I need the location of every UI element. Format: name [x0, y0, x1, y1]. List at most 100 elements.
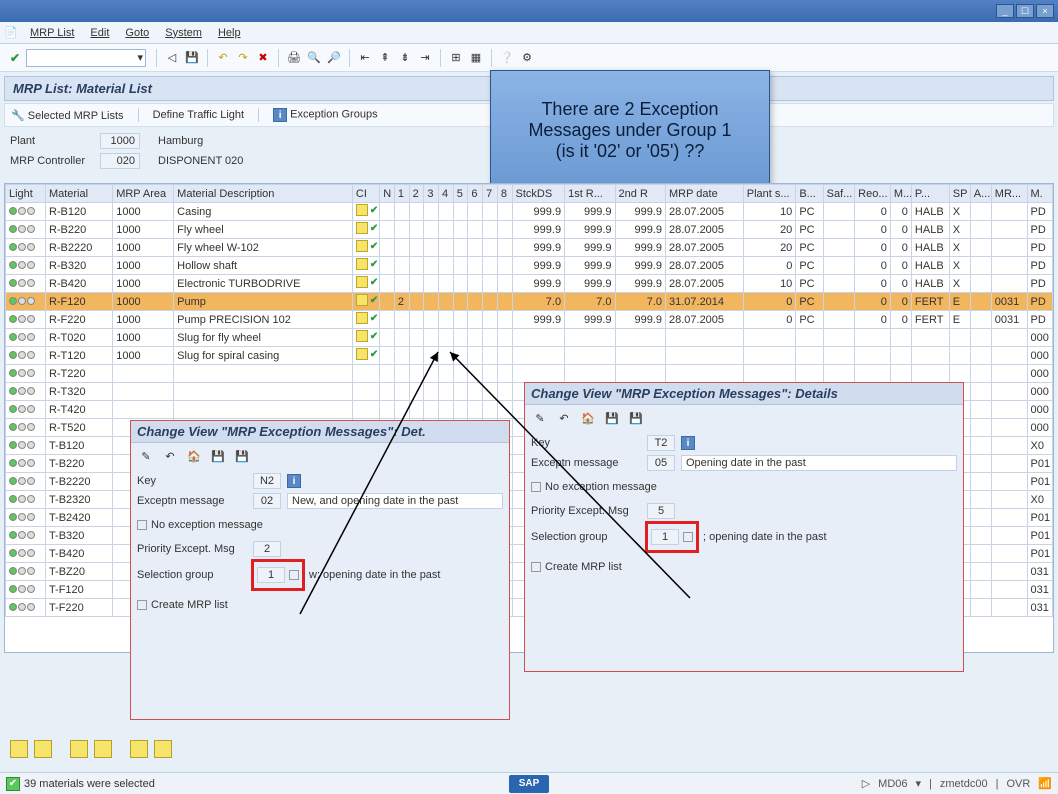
cancel-icon[interactable]: ↷	[234, 49, 252, 67]
popup2-sel-value[interactable]: 1	[651, 529, 679, 545]
popup2-create-checkbox[interactable]	[531, 562, 541, 572]
popup1-noexc-checkbox[interactable]	[137, 520, 147, 530]
table-row[interactable]: R-B4201000Electronic TURBODRIVE✔999.9999…	[6, 275, 1053, 293]
layout-icon[interactable]: ▦	[467, 49, 485, 67]
popup1-noexc-label: No exception message	[151, 519, 263, 531]
popup2-noexc-checkbox[interactable]	[531, 482, 541, 492]
ok-icon[interactable]: ✔	[6, 49, 24, 67]
table-row[interactable]: R-T0201000Slug for fly wheel✔000 PD	[6, 329, 1053, 347]
find-icon[interactable]: 🔍	[305, 49, 323, 67]
menu-goto[interactable]: Goto	[117, 25, 157, 41]
popup2-exc-code[interactable]: 05	[647, 455, 675, 471]
popup1-key-label: Key	[137, 475, 247, 487]
find-next-icon[interactable]: 🔎	[325, 49, 343, 67]
save1-icon[interactable]: 💾	[209, 447, 227, 465]
nav-icon[interactable]: 🏠	[579, 409, 597, 427]
popup2-exc-text[interactable]: Opening date in the past	[681, 455, 957, 471]
popup1-key-value: N2	[253, 473, 281, 489]
command-field[interactable]: ▾	[26, 49, 146, 67]
help-icon[interactable]: ❔	[498, 49, 516, 67]
menu-edit[interactable]: Edit	[82, 25, 117, 41]
save-icon[interactable]: 💾	[183, 49, 201, 67]
back-icon[interactable]: ◁	[163, 49, 181, 67]
exception-groups-button[interactable]: i Exception Groups	[273, 108, 378, 122]
table-row[interactable]: R-B2201000Fly wheel✔999.9999.9999.928.07…	[6, 221, 1053, 239]
popup1-create-label: Create MRP list	[151, 599, 228, 611]
popup1-sel-checkbox[interactable]	[289, 570, 299, 580]
maximize-button[interactable]: ☐	[1016, 4, 1034, 18]
popup2-prio-value[interactable]: 5	[647, 503, 675, 519]
exception-popup-left: Change View "MRP Exception Messages": De…	[130, 420, 510, 720]
app-icon: 📄	[4, 26, 18, 40]
menu-help[interactable]: Help	[210, 25, 249, 41]
status-message: 39 materials were selected	[24, 778, 155, 790]
status-tcode: MD06	[878, 778, 907, 790]
main-toolbar: ✔ ▾ ◁ 💾 ↶ ↷ ✖ 🖨 🔍 🔎 ⇤ ⇞ ⇟ ⇥ ⊞ ▦ ❔ ⚙	[0, 44, 1058, 72]
window-controls: _ ☐ ×	[0, 0, 1058, 22]
table-row[interactable]: R-B1201000Casing✔999.9999.9999.928.07.20…	[6, 203, 1053, 221]
popup1-prio-value[interactable]: 2	[253, 541, 281, 557]
table-row[interactable]: R-F1201000Pump✔27.07.07.031.07.20140PC00…	[6, 293, 1053, 311]
popup1-toolbar: ✎ ↶ 🏠 💾 💾	[137, 447, 503, 465]
popup1-create-checkbox[interactable]	[137, 600, 147, 610]
pencil-icon[interactable]: ✎	[137, 447, 155, 465]
popup1-sel-text: w; opening date in the past	[309, 569, 440, 581]
popup2-sel-text: ; opening date in the past	[703, 531, 827, 543]
table-row[interactable]: R-B22201000Fly wheel W-102✔999.9999.9999…	[6, 239, 1053, 257]
popup2-prio-label: Priority Except. Msg	[531, 505, 641, 517]
prev-page-icon[interactable]: ⇞	[376, 49, 394, 67]
menu-system[interactable]: System	[157, 25, 210, 41]
print-icon[interactable]: 🖨	[285, 49, 303, 67]
undo-icon[interactable]: ↶	[161, 447, 179, 465]
table-row[interactable]: R-T220000 PD	[6, 365, 1053, 383]
info-icon[interactable]: i	[681, 436, 695, 450]
table-row[interactable]: R-B3201000Hollow shaft✔999.9999.9999.928…	[6, 257, 1053, 275]
footer-icon-6[interactable]	[154, 740, 172, 758]
mrp-controller-text: DISPONENT 020	[158, 155, 243, 167]
footer-icon-1[interactable]	[10, 740, 28, 758]
save2-icon[interactable]: 💾	[233, 447, 251, 465]
popup1-exc-code[interactable]: 02	[253, 493, 281, 509]
popup1-exc-text[interactable]: New, and opening date in the past	[287, 493, 503, 509]
footer-icon-4[interactable]	[94, 740, 112, 758]
popup1-sel-label: Selection group	[137, 569, 247, 581]
popup2-create-label: Create MRP list	[545, 561, 622, 573]
popup2-sel-label: Selection group	[531, 531, 641, 543]
pencil-icon[interactable]: ✎	[531, 409, 549, 427]
define-traffic-light-button[interactable]: Define Traffic Light	[153, 109, 245, 121]
exception-popup-right: Change View "MRP Exception Messages": De…	[524, 382, 964, 672]
mrp-controller-value: 020	[100, 153, 140, 169]
minimize-button[interactable]: _	[996, 4, 1014, 18]
status-mode: OVR	[1006, 778, 1030, 790]
popup2-sel-checkbox[interactable]	[683, 532, 693, 542]
customize-icon[interactable]: ⚙	[518, 49, 536, 67]
table-row[interactable]: R-T1201000Slug for spiral casing✔000 PD	[6, 347, 1053, 365]
popup2-title: Change View "MRP Exception Messages": De…	[525, 383, 963, 405]
footer-icon-bar	[10, 740, 172, 758]
footer-icon-5[interactable]	[130, 740, 148, 758]
save1-icon[interactable]: 💾	[603, 409, 621, 427]
exit-icon[interactable]: ↶	[214, 49, 232, 67]
first-page-icon[interactable]: ⇤	[356, 49, 374, 67]
info-icon[interactable]: i	[287, 474, 301, 488]
status-nav-icon[interactable]: ▷	[862, 777, 870, 790]
nav-icon[interactable]: 🏠	[185, 447, 203, 465]
selected-mrp-lists-button[interactable]: 🔧 Selected MRP Lists	[11, 109, 124, 122]
popup1-title: Change View "MRP Exception Messages": De…	[131, 421, 509, 443]
popup1-sel-value[interactable]: 1	[257, 567, 285, 583]
stop-icon[interactable]: ✖	[254, 49, 272, 67]
popup2-key-value: T2	[647, 435, 675, 451]
footer-icon-2[interactable]	[34, 740, 52, 758]
menu-mrp-list[interactable]: MRP List	[22, 25, 82, 41]
next-page-icon[interactable]: ⇟	[396, 49, 414, 67]
undo-icon[interactable]: ↶	[555, 409, 573, 427]
table-row[interactable]: R-F2201000Pump PRECISION 102✔999.9999.99…	[6, 311, 1053, 329]
last-page-icon[interactable]: ⇥	[416, 49, 434, 67]
footer-icon-3[interactable]	[70, 740, 88, 758]
popup1-prio-label: Priority Except. Msg	[137, 543, 247, 555]
status-bar: ✔ 39 materials were selected SAP ▷ MD06▾…	[0, 772, 1058, 794]
new-session-icon[interactable]: ⊞	[447, 49, 465, 67]
popup2-key-label: Key	[531, 437, 641, 449]
save2-icon[interactable]: 💾	[627, 409, 645, 427]
close-button[interactable]: ×	[1036, 4, 1054, 18]
